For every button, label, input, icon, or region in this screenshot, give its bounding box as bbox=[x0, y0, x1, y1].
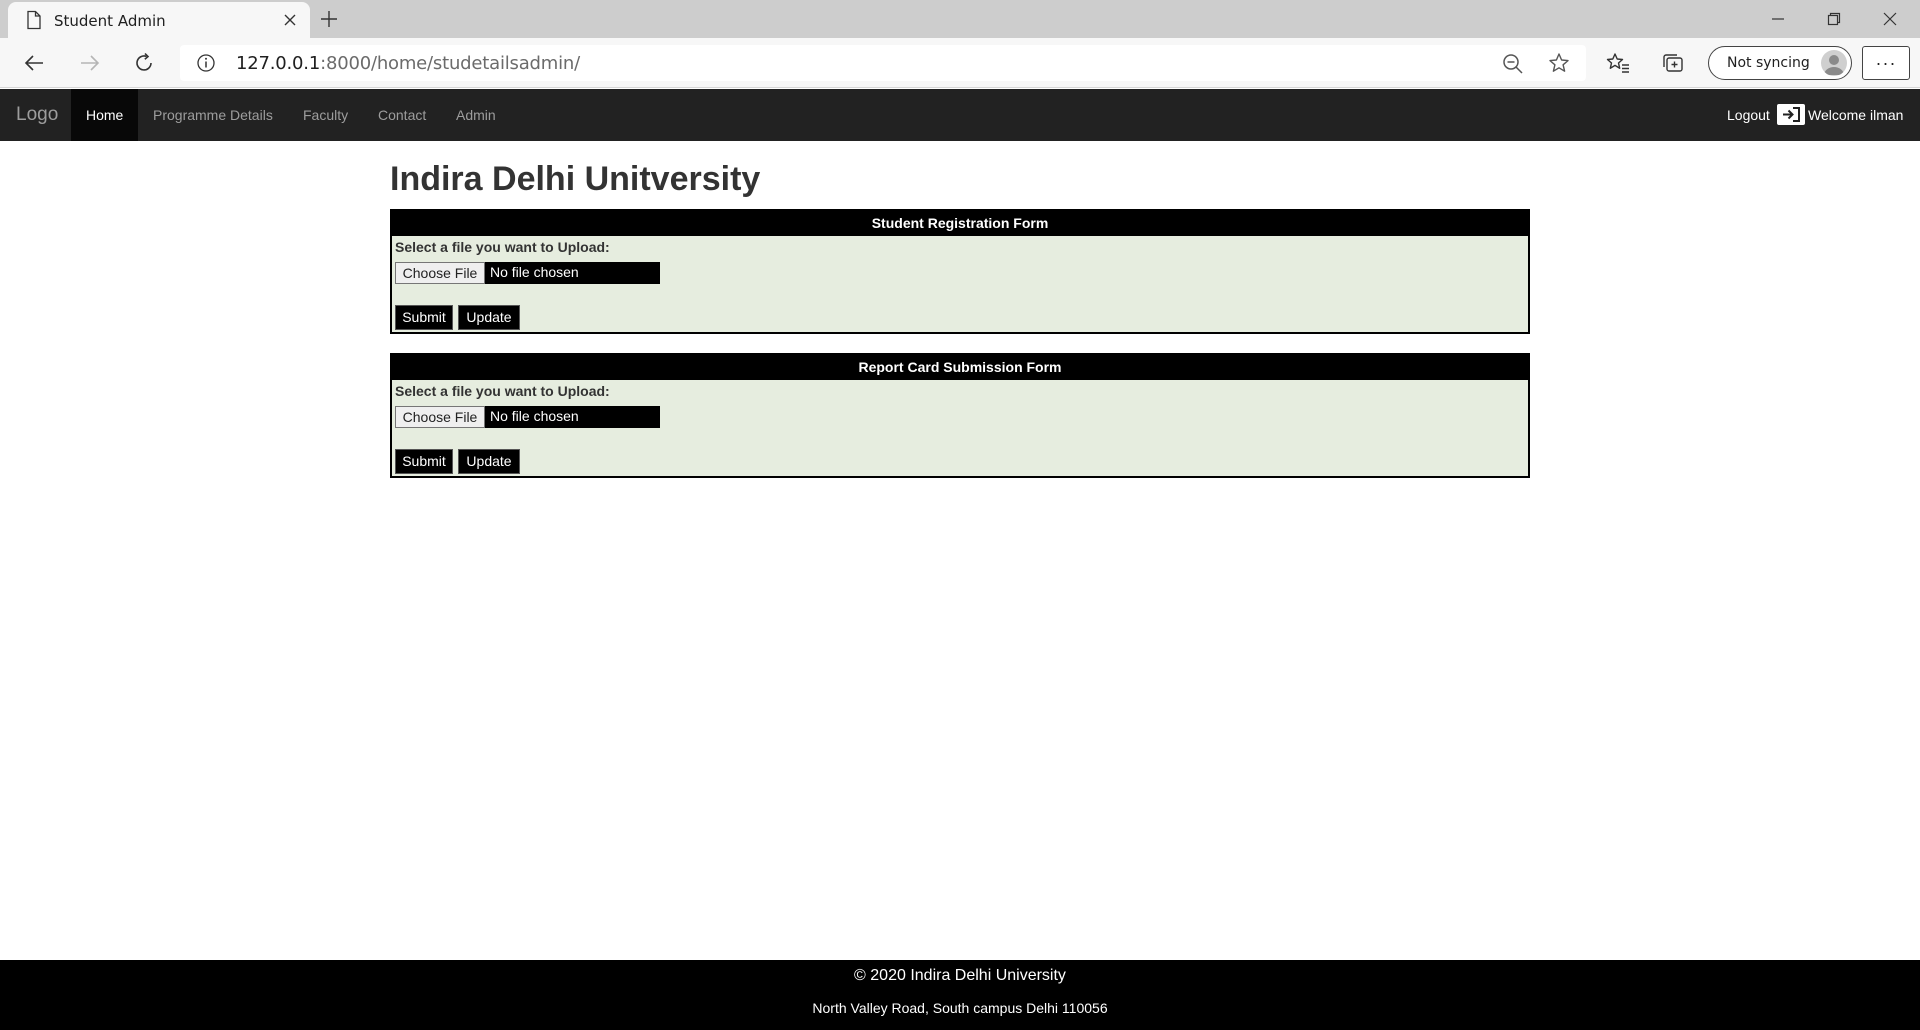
nav-home[interactable]: Home bbox=[71, 89, 139, 141]
upload-prompt: Select a file you want to Upload: bbox=[395, 239, 610, 255]
student-registration-form: Student Registration Form Select a file … bbox=[390, 209, 1530, 334]
avatar bbox=[1821, 50, 1847, 76]
zoom-out-icon[interactable] bbox=[1502, 53, 1524, 75]
choose-file-button[interactable]: Choose File bbox=[395, 406, 485, 428]
back-arrow-icon[interactable] bbox=[16, 45, 52, 81]
file-input[interactable]: Choose File No file chosen bbox=[395, 406, 660, 428]
form-header: Report Card Submission Form bbox=[392, 355, 1528, 380]
reload-icon[interactable] bbox=[126, 45, 162, 81]
tab-close-icon[interactable] bbox=[278, 8, 302, 32]
url-path: :8000/home/studetailsadmin/ bbox=[320, 53, 580, 74]
update-button[interactable]: Update bbox=[458, 449, 520, 474]
window-close-icon[interactable] bbox=[1862, 0, 1918, 38]
page-title: Indira Delhi Unitversity bbox=[390, 160, 761, 198]
minimize-icon[interactable] bbox=[1750, 0, 1806, 38]
update-button[interactable]: Update bbox=[458, 305, 520, 330]
file-status: No file chosen bbox=[490, 264, 579, 280]
footer-address: North Valley Road, South campus Delhi 11… bbox=[812, 1000, 1108, 1016]
nav-programme-details[interactable]: Programme Details bbox=[138, 89, 288, 141]
file-input[interactable]: Choose File No file chosen bbox=[395, 262, 660, 284]
browser-toolbar: 127.0.0.1:8000/home/studetailsadmin/ Not… bbox=[0, 38, 1920, 88]
footer-copyright: © 2020 Indira Delhi University bbox=[854, 967, 1066, 984]
collections-icon[interactable] bbox=[1662, 52, 1684, 74]
nav-faculty[interactable]: Faculty bbox=[288, 89, 363, 141]
site-footer: © 2020 Indira Delhi University North Val… bbox=[0, 960, 1920, 1030]
restore-icon[interactable] bbox=[1806, 0, 1862, 38]
favorites-icon[interactable] bbox=[1606, 52, 1630, 74]
browser-tab[interactable]: Student Admin bbox=[8, 2, 310, 38]
page-icon bbox=[24, 10, 44, 30]
sync-label: Not syncing bbox=[1727, 55, 1810, 71]
address-bar[interactable]: 127.0.0.1:8000/home/studetailsadmin/ bbox=[180, 45, 1586, 81]
logout-icon[interactable] bbox=[1777, 104, 1805, 125]
forward-arrow-icon[interactable] bbox=[72, 45, 108, 81]
url-host: 127.0.0.1 bbox=[236, 53, 321, 74]
file-status: No file chosen bbox=[490, 408, 579, 424]
submit-button[interactable]: Submit bbox=[395, 449, 453, 474]
favorite-star-icon[interactable] bbox=[1548, 52, 1570, 74]
url-text[interactable]: 127.0.0.1:8000/home/studetailsadmin/ bbox=[236, 53, 580, 74]
nav-contact[interactable]: Contact bbox=[363, 89, 441, 141]
welcome-text: Welcome ilman bbox=[1808, 107, 1904, 123]
tab-title: Student Admin bbox=[54, 12, 166, 30]
info-icon[interactable] bbox=[196, 53, 216, 73]
submit-button[interactable]: Submit bbox=[395, 305, 453, 330]
report-card-submission-form: Report Card Submission Form Select a fil… bbox=[390, 353, 1530, 478]
site-navbar: Logo Home Programme Details Faculty Cont… bbox=[0, 89, 1920, 141]
upload-prompt: Select a file you want to Upload: bbox=[395, 383, 610, 399]
form-header: Student Registration Form bbox=[392, 211, 1528, 236]
site-logo[interactable]: Logo bbox=[16, 104, 58, 126]
more-options-button[interactable]: ··· bbox=[1862, 46, 1910, 80]
nav-admin[interactable]: Admin bbox=[441, 89, 511, 141]
browser-tabstrip: Student Admin bbox=[0, 0, 1920, 38]
logout-link[interactable]: Logout bbox=[1727, 89, 1770, 141]
profile-sync-button[interactable]: Not syncing bbox=[1708, 46, 1852, 80]
new-tab-icon[interactable] bbox=[316, 6, 342, 32]
choose-file-button[interactable]: Choose File bbox=[395, 262, 485, 284]
